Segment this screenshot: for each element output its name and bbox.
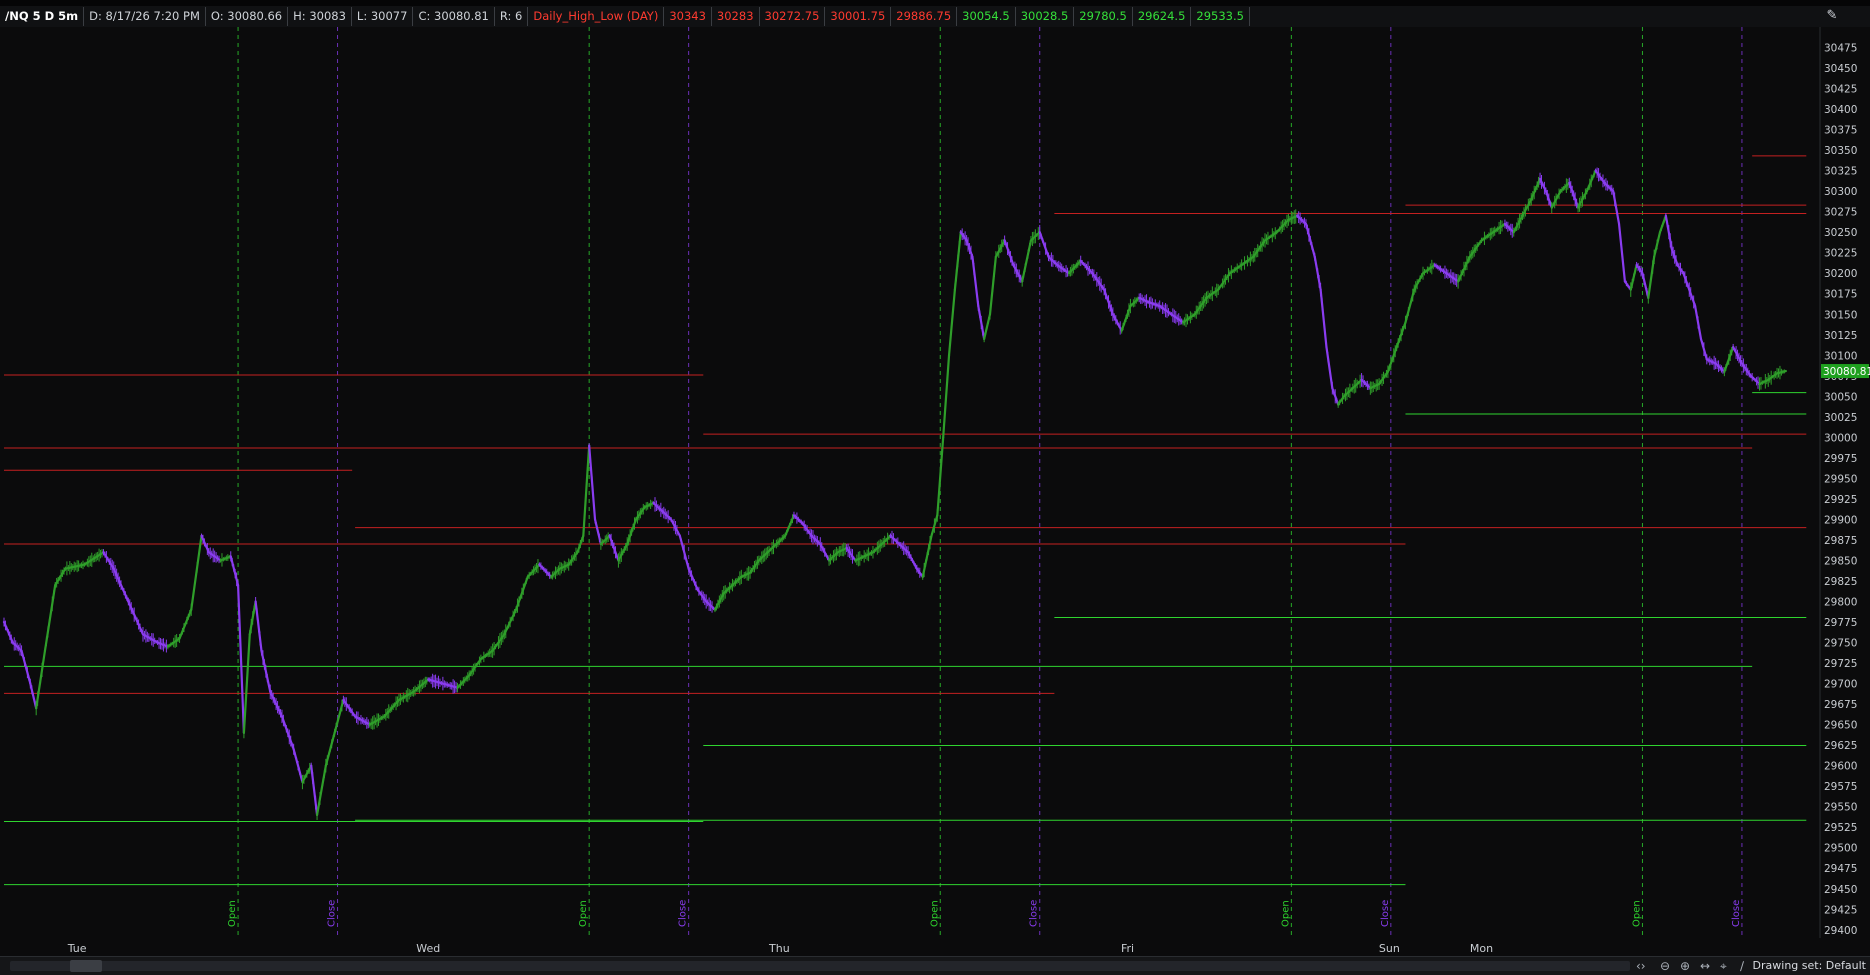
y-tick-label: 29600 <box>1824 761 1857 773</box>
y-tick-label: 29850 <box>1824 555 1857 567</box>
y-tick-label: 30300 <box>1824 186 1857 198</box>
indicator-name[interactable]: Daily_High_Low (DAY) <box>528 7 665 26</box>
y-tick-label: 30450 <box>1824 63 1857 75</box>
y-tick-label: 30125 <box>1824 330 1857 342</box>
y-tick-label: 29425 <box>1824 904 1857 916</box>
horizontal-scrollbar[interactable] <box>10 961 1630 971</box>
plot-background <box>0 27 1870 938</box>
y-tick-label: 29475 <box>1824 863 1857 875</box>
y-tick-label: 29775 <box>1824 617 1857 629</box>
y-tick-label: 29750 <box>1824 638 1857 650</box>
y-tick-label: 29700 <box>1824 679 1857 691</box>
low-value: 30054.5 <box>957 7 1016 26</box>
bar-high: H: 30083 <box>288 7 352 26</box>
y-tick-label: 30175 <box>1824 289 1857 301</box>
y-tick-label: 30250 <box>1824 227 1857 239</box>
zoom-in-icon[interactable]: ⊕ <box>1680 959 1690 973</box>
y-tick-label: 29450 <box>1824 884 1857 896</box>
high-value: 30283 <box>712 7 760 26</box>
y-tick-label: 29550 <box>1824 802 1857 814</box>
drawing-set-label[interactable]: Drawing set: Default <box>1753 959 1866 972</box>
chart-settings-icon[interactable]: ✎ <box>1823 7 1841 25</box>
y-tick-label: 30375 <box>1824 125 1857 137</box>
x-tick-label: Sun <box>1379 942 1400 955</box>
y-tick-label: 30225 <box>1824 248 1857 260</box>
high-value: 30272.75 <box>760 7 826 26</box>
last-price-label: 30080.81 <box>1823 366 1870 378</box>
y-tick-label: 30400 <box>1824 104 1857 116</box>
y-tick-label: 29950 <box>1824 473 1857 485</box>
y-tick-label: 29925 <box>1824 494 1857 506</box>
scroll-arrows-icon[interactable]: ‹› <box>1636 959 1646 973</box>
high-value: 30001.75 <box>825 7 892 26</box>
high-value: 29886.75 <box>891 7 958 26</box>
session-close-label: Close <box>1731 900 1742 927</box>
session-close-label: Close <box>1029 900 1040 927</box>
y-tick-label: 30350 <box>1824 145 1857 157</box>
crosshair-icon[interactable]: ⌖ <box>1720 959 1727 974</box>
bar-date: D: 8/17/26 7:20 PM <box>84 7 206 26</box>
low-value: 30028.5 <box>1016 7 1075 26</box>
low-value: 29533.5 <box>1191 7 1250 26</box>
y-tick-label: 30000 <box>1824 432 1857 444</box>
y-tick-label: 29525 <box>1824 822 1857 834</box>
pan-icon[interactable]: ↔ <box>1700 959 1710 973</box>
x-tick-label: Wed <box>416 942 440 955</box>
bottom-toolbar: ‹› ⊖ ⊕ ↔ ⌖ ∕ Drawing set: Default <box>0 956 1870 975</box>
y-tick-label: 29975 <box>1824 453 1857 465</box>
x-tick-label: Fri <box>1121 942 1134 955</box>
session-open-label: Open <box>1280 900 1291 927</box>
y-tick-label: 30475 <box>1824 43 1857 55</box>
y-tick-label: 30150 <box>1824 309 1857 321</box>
high-value: 30343 <box>664 7 712 26</box>
y-tick-label: 29650 <box>1824 720 1857 732</box>
chart-header: /NQ 5 D 5m D: 8/17/26 7:20 PM O: 30080.6… <box>0 6 1870 28</box>
y-tick-label: 29625 <box>1824 740 1857 752</box>
y-tick-label: 30100 <box>1824 350 1857 362</box>
bar-open: O: 30080.66 <box>206 7 289 26</box>
bar-low: L: 30077 <box>352 7 414 26</box>
x-tick-label: Tue <box>67 942 87 955</box>
scrollbar-thumb[interactable] <box>70 960 102 972</box>
y-tick-label: 30200 <box>1824 268 1857 280</box>
low-value: 29780.5 <box>1074 7 1133 26</box>
y-tick-label: 30425 <box>1824 84 1857 96</box>
y-tick-label: 29725 <box>1824 658 1857 670</box>
symbol-label[interactable]: /NQ 5 D 5m <box>0 7 85 26</box>
x-tick-label: Thu <box>768 942 790 955</box>
session-open-label: Open <box>929 900 940 927</box>
bar-close: C: 30080.81 <box>413 7 495 26</box>
session-close-label: Close <box>678 900 689 927</box>
x-tick-label: Mon <box>1470 942 1493 955</box>
low-value: 29624.5 <box>1133 7 1192 26</box>
session-open-label: Open <box>578 900 589 927</box>
y-tick-label: 29575 <box>1824 781 1857 793</box>
y-tick-label: 30275 <box>1824 207 1857 219</box>
session-close-label: Close <box>327 900 338 927</box>
bar-range: R: 6 <box>495 7 529 26</box>
y-tick-label: 29400 <box>1824 925 1857 937</box>
time-axis: Tue Wed Thu Fri Sun Mon <box>0 938 1870 958</box>
session-open-label: Open <box>1631 900 1642 927</box>
session-open-label: Open <box>227 900 238 927</box>
y-tick-label: 29675 <box>1824 699 1857 711</box>
y-tick-label: 29500 <box>1824 843 1857 855</box>
y-tick-label: 29875 <box>1824 535 1857 547</box>
price-chart[interactable]: 29400 29425 29450 29475 29500 29525 29550 29575… <box>0 27 1870 938</box>
y-tick-label: 29825 <box>1824 576 1857 588</box>
y-tick-label: 30325 <box>1824 166 1857 178</box>
y-tick-label: 29900 <box>1824 514 1857 526</box>
zoom-out-icon[interactable]: ⊖ <box>1660 959 1670 973</box>
y-tick-label: 30025 <box>1824 412 1857 424</box>
y-tick-label: 30050 <box>1824 391 1857 403</box>
session-close-label: Close <box>1380 900 1391 927</box>
drawing-tool-icon[interactable]: ∕ <box>1740 959 1744 973</box>
y-tick-label: 29800 <box>1824 597 1857 609</box>
